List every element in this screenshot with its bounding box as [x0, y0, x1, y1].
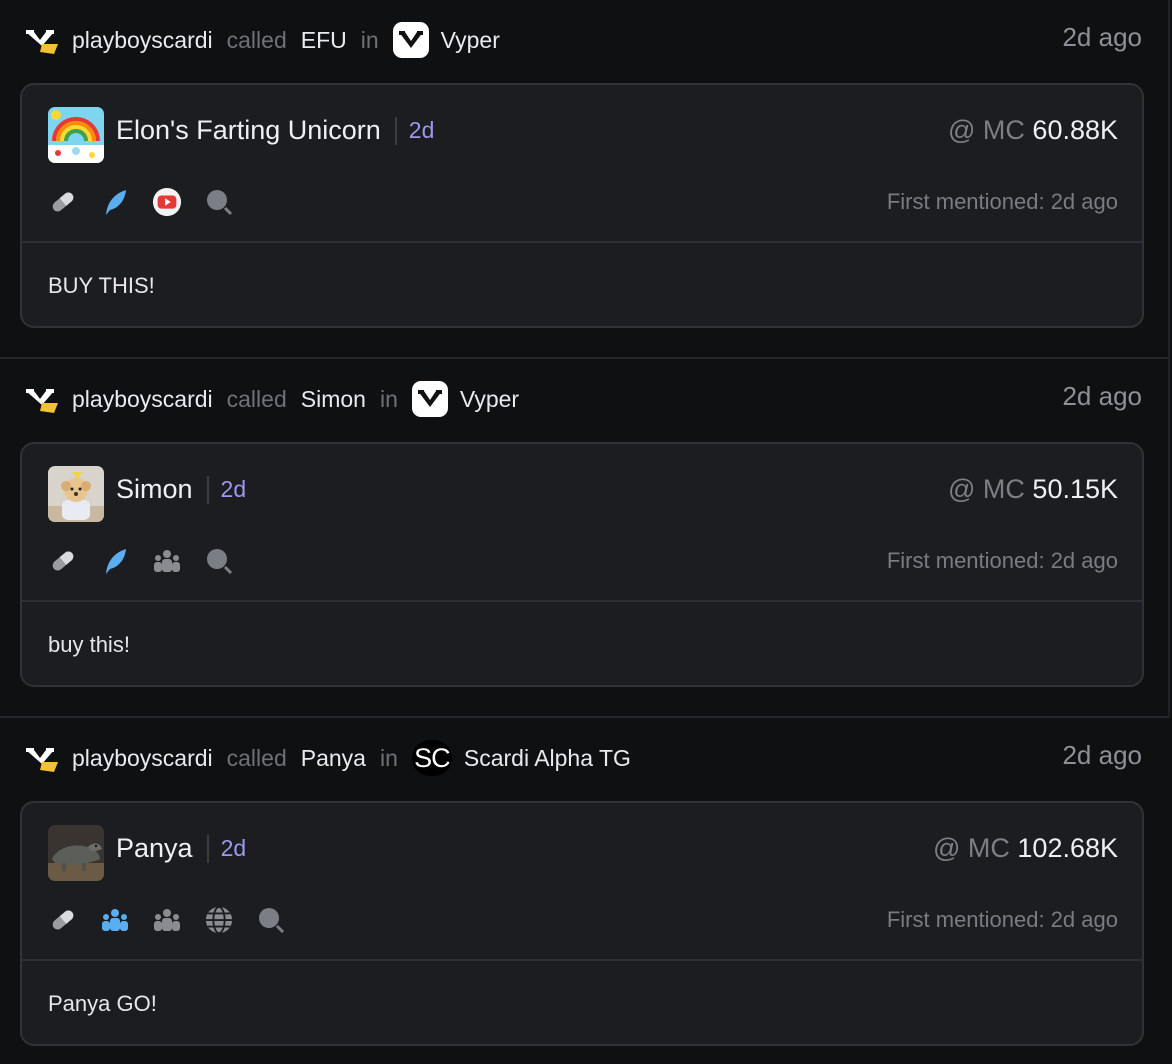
source-name[interactable]: Vyper	[460, 386, 519, 413]
called-word: called	[226, 744, 287, 771]
dog-in-hoodie-image	[48, 466, 104, 522]
source-logo[interactable]: SC	[411, 740, 452, 776]
token-age: 2d	[408, 117, 435, 143]
caller-name[interactable]: playboyscardi	[72, 386, 213, 413]
token-card[interactable]: Elon's Farting Unicorn 2d @ MC 60.88K Fi…	[20, 83, 1144, 328]
vyper-logo-icon[interactable]	[411, 381, 448, 417]
search-icon[interactable]	[204, 546, 234, 576]
pill-icon[interactable]	[48, 546, 78, 576]
source-name[interactable]: Scardi Alpha TG	[464, 745, 631, 772]
mc-value: 50.15K	[1032, 474, 1118, 504]
link-icons	[48, 546, 256, 576]
youtube-icon[interactable]	[152, 187, 182, 217]
feather-icon[interactable]	[100, 187, 130, 217]
market-cap: @ MC 102.68K	[933, 833, 1118, 864]
community-icon[interactable]	[152, 905, 182, 935]
call-message: buy this!	[48, 632, 130, 657]
call-time: 2d ago	[1062, 740, 1142, 770]
caller-avatar-icon[interactable]	[24, 24, 60, 56]
token-card[interactable]: Simon 2d @ MC 50.15K First mentioned: 2d…	[20, 442, 1144, 687]
community-icon[interactable]	[100, 905, 130, 935]
called-coin[interactable]: Simon	[301, 386, 366, 413]
card-divider	[22, 600, 1142, 602]
first-mentioned: First mentioned: 2d ago	[886, 548, 1118, 573]
token-title[interactable]: Panya 2d	[116, 833, 246, 864]
market-cap: @ MC 50.15K	[948, 474, 1118, 505]
in-word: in	[379, 744, 398, 771]
caller-name[interactable]: playboyscardi	[72, 27, 213, 54]
call-message: Panya GO!	[48, 991, 157, 1016]
divider	[206, 834, 209, 863]
caller-avatar-icon[interactable]	[24, 742, 60, 774]
search-icon[interactable]	[204, 187, 234, 217]
divider	[394, 116, 397, 145]
call-entry: playboyscardi called Simon in Vyper 2d a…	[0, 359, 1170, 718]
search-icon[interactable]	[256, 905, 286, 935]
token-name: Panya	[116, 833, 193, 863]
token-title[interactable]: Simon 2d	[116, 474, 246, 505]
unicorn-rainbow-image	[48, 107, 104, 163]
in-word: in	[379, 385, 398, 412]
source-name[interactable]: Vyper	[441, 27, 500, 54]
token-age: 2d	[220, 476, 247, 502]
called-word: called	[226, 26, 287, 53]
feather-icon[interactable]	[100, 546, 130, 576]
token-card[interactable]: Panya 2d @ MC 102.68K First mentioned: 2…	[20, 801, 1144, 1046]
call-entry: playboyscardi called EFU in Vyper 2d ago	[0, 0, 1170, 359]
called-coin[interactable]: Panya	[301, 745, 366, 772]
first-mentioned: First mentioned: 2d ago	[886, 189, 1118, 214]
call-message: BUY THIS!	[48, 273, 155, 298]
called-word: called	[226, 385, 287, 412]
globe-icon[interactable]	[204, 905, 234, 935]
market-cap: @ MC 60.88K	[948, 115, 1118, 146]
community-icon[interactable]	[152, 546, 182, 576]
mc-prefix: @ MC	[948, 115, 1025, 145]
call-header: playboyscardi called Simon in Vyper	[24, 379, 519, 419]
call-entry: playboyscardi called Panya in SC Scardi …	[0, 718, 1168, 1064]
vyper-logo-icon[interactable]	[392, 22, 429, 58]
pill-icon[interactable]	[48, 187, 78, 217]
komodo-dragon-image	[48, 825, 104, 881]
mc-prefix: @ MC	[932, 833, 1010, 863]
called-coin[interactable]: EFU	[301, 27, 347, 54]
caller-name[interactable]: playboyscardi	[72, 745, 213, 772]
card-divider	[22, 959, 1142, 961]
link-icons	[48, 905, 308, 935]
calls-feed: playboyscardi called EFU in Vyper 2d ago	[0, 0, 1172, 1064]
caller-avatar-icon[interactable]	[24, 383, 60, 415]
divider	[206, 475, 209, 504]
call-time: 2d ago	[1062, 22, 1142, 52]
card-divider	[22, 241, 1142, 243]
token-name: Elon's Farting Unicorn	[116, 115, 381, 145]
token-name: Simon	[116, 474, 193, 504]
in-word: in	[360, 26, 379, 53]
token-title[interactable]: Elon's Farting Unicorn 2d	[116, 115, 434, 146]
link-icons	[48, 187, 256, 217]
mc-value: 102.68K	[1017, 833, 1118, 863]
mc-value: 60.88K	[1032, 115, 1118, 145]
token-age: 2d	[220, 835, 247, 861]
pill-icon[interactable]	[48, 905, 78, 935]
call-header: playboyscardi called Panya in SC Scardi …	[24, 738, 631, 778]
call-time: 2d ago	[1062, 381, 1142, 411]
first-mentioned: First mentioned: 2d ago	[886, 907, 1118, 932]
call-header: playboyscardi called EFU in Vyper	[24, 20, 500, 60]
mc-prefix: @ MC	[948, 474, 1025, 504]
